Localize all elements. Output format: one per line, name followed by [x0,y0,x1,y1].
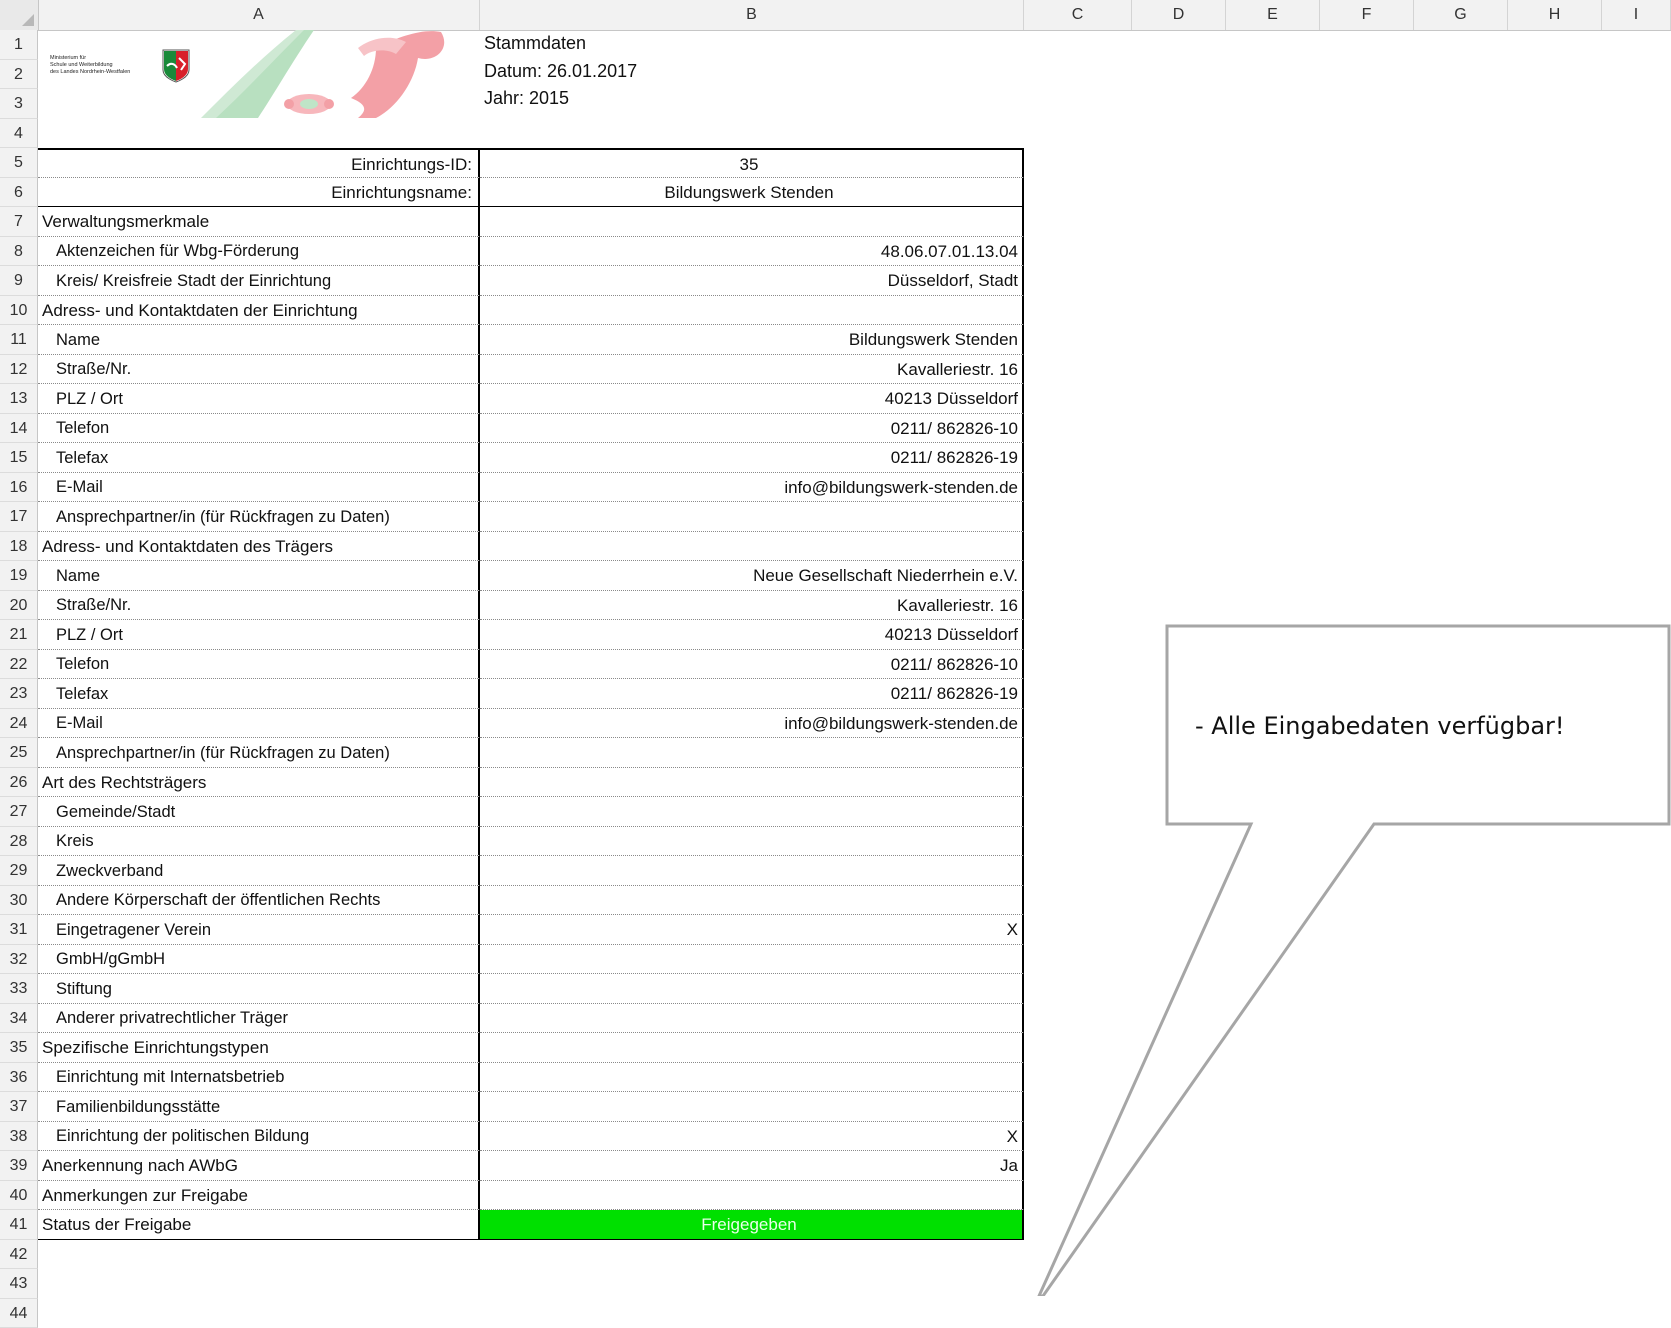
row-header[interactable]: 44 [0,1299,38,1328]
callout-text: - Alle Eingabedaten verfügbar! [1195,712,1565,740]
callout-bubble[interactable] [0,0,1671,1296]
spreadsheet-sheet: A B C D E F G H I Ministerium für Schule… [0,0,1671,1328]
